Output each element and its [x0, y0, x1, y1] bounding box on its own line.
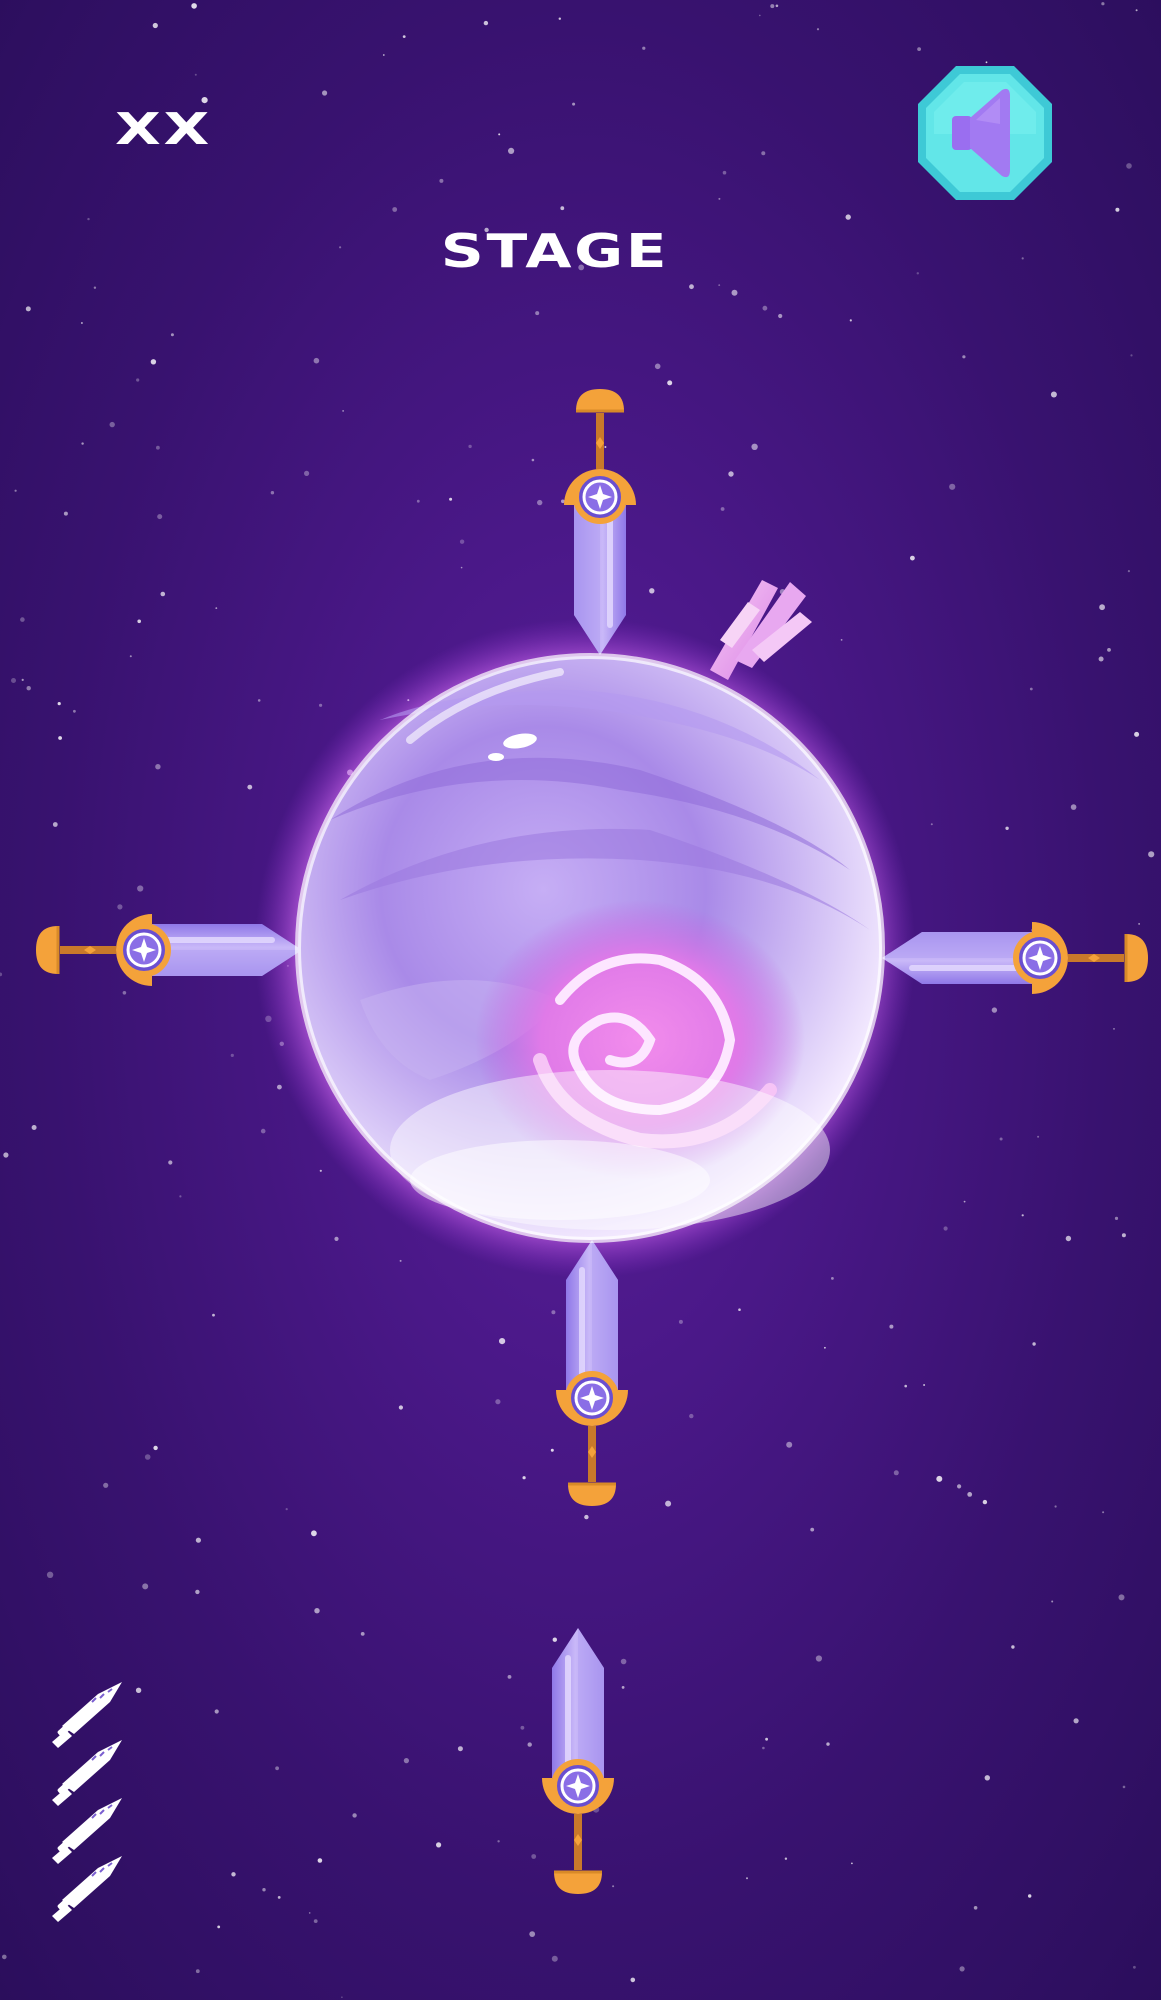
game-screen[interactable]: XX STAGE [0, 0, 1161, 2000]
remaining-knife-icon [52, 1855, 123, 1923]
target-planet[interactable] [295, 653, 885, 1243]
stuck-knife-top [564, 389, 636, 655]
ready-knife[interactable] [542, 1628, 614, 1894]
game-board [0, 0, 1161, 2000]
remaining-knife-icon [52, 1739, 123, 1807]
stuck-knife-right [882, 922, 1148, 994]
stuck-knife-left [36, 914, 302, 986]
remaining-knife-icon [52, 1797, 123, 1865]
remaining-knife-icon [52, 1681, 123, 1749]
stuck-knife-bottom [556, 1240, 628, 1506]
crystal-cluster [710, 580, 812, 680]
remaining-knives-counter [52, 1681, 123, 1923]
